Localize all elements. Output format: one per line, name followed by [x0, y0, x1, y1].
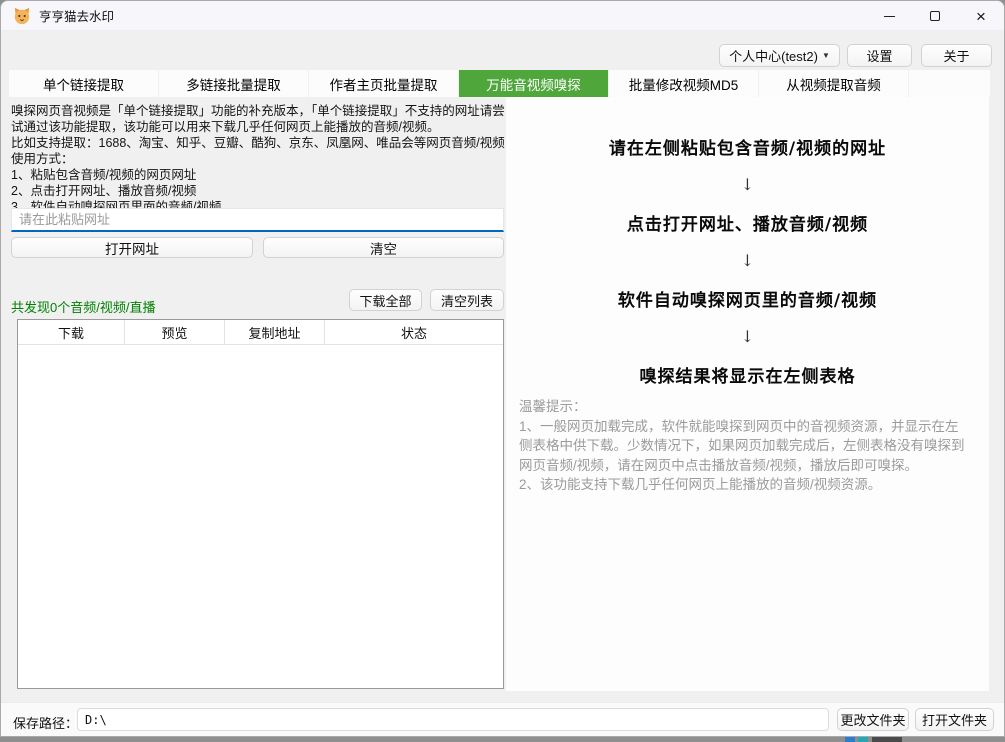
found-count-status: 共发现0个音频/视频/直播: [11, 297, 155, 316]
close-icon: ×: [976, 8, 986, 25]
open-url-button[interactable]: 打开网址: [11, 237, 253, 258]
tab-author-homepage-batch-extract[interactable]: 作者主页批量提取: [309, 70, 458, 97]
minimize-button[interactable]: [866, 1, 912, 31]
step-text: 请在左侧粘贴包含音频/视频的网址: [609, 134, 886, 159]
app-window: 亨亨猫去水印 × 个人中心(test2) ▼ 设置 关于 单个链接提取 多链接批…: [0, 0, 1005, 737]
minimize-icon: [884, 16, 895, 17]
open-folder-button[interactable]: 打开文件夹: [915, 708, 994, 731]
save-path-label: 保存路径：: [13, 713, 78, 732]
save-path-input[interactable]: [77, 708, 829, 731]
tab-extract-audio-from-video[interactable]: 从视频提取音频: [759, 70, 908, 97]
results-table: 下载 预览 复制地址 状态: [17, 319, 504, 689]
window-controls: ×: [866, 1, 1004, 31]
settings-button[interactable]: 设置: [847, 44, 912, 67]
taskbar-icon-fragment: [872, 737, 902, 742]
about-button[interactable]: 关于: [921, 44, 992, 67]
tab-single-link-extract[interactable]: 单个链接提取: [9, 70, 158, 97]
maximize-icon: [930, 11, 940, 21]
clear-list-button[interactable]: 清空列表: [430, 289, 504, 311]
tab-multi-link-batch-extract[interactable]: 多链接批量提取: [159, 70, 308, 97]
arrow-down-icon: ↓: [741, 175, 754, 194]
tab-bar: 单个链接提取 多链接批量提取 作者主页批量提取 万能音视频嗅探 批量修改视频MD…: [9, 70, 990, 97]
tab-bar-filler: [909, 70, 990, 97]
tip-item: 1、一般网页加载完成，软件就能嗅探到网页中的音视频资源，并显示在左侧表格中供下载…: [519, 417, 971, 476]
save-path-bar: 保存路径： 更改文件夹 打开文件夹: [1, 702, 1005, 737]
tab-batch-modify-md5[interactable]: 批量修改视频MD5: [609, 70, 758, 97]
tips-title: 温馨提示：: [519, 397, 971, 417]
results-table-body: [18, 345, 503, 688]
column-header-copy-address: 复制地址: [225, 320, 325, 344]
instructions-panel: 请在左侧粘贴包含音频/视频的网址 ↓ 点击打开网址、播放音频/视频 ↓ 软件自动…: [506, 97, 989, 691]
account-label: 个人中心(test2): [729, 46, 818, 65]
desktop-sliver: [0, 737, 1005, 742]
account-dropdown[interactable]: 个人中心(test2) ▼: [719, 44, 840, 67]
usage-steps: 请在左侧粘贴包含音频/视频的网址 ↓ 点击打开网址、播放音频/视频 ↓ 软件自动…: [506, 127, 989, 393]
chevron-down-icon: ▼: [822, 51, 830, 60]
close-button[interactable]: ×: [958, 1, 1004, 31]
change-folder-button[interactable]: 更改文件夹: [837, 708, 909, 731]
arrow-down-icon: ↓: [741, 251, 754, 270]
tip-item: 2、该功能支持下载几乎任何网页上能播放的音频/视频资源。: [519, 475, 971, 495]
column-header-download: 下载: [18, 320, 125, 344]
taskbar-icon-fragment: [845, 737, 855, 742]
step-text: 软件自动嗅探网页里的音频/视频: [618, 286, 877, 311]
download-all-button[interactable]: 下载全部: [349, 289, 422, 311]
tips-block: 温馨提示： 1、一般网页加载完成，软件就能嗅探到网页中的音视频资源，并显示在左侧…: [519, 397, 971, 495]
column-header-status: 状态: [325, 320, 503, 344]
feature-description: 嗅探网页音视频是「单个链接提取」功能的补充版本，「单个链接提取」不支持的网址请尝…: [11, 103, 506, 215]
taskbar-icon-fragment: [858, 737, 868, 742]
intro-line: 使用方式：: [11, 151, 506, 167]
url-input[interactable]: [11, 208, 504, 232]
intro-line: 2、点击打开网址、播放音频/视频: [11, 183, 506, 199]
window-title: 亨亨猫去水印: [39, 6, 114, 25]
clear-url-button[interactable]: 清空: [263, 237, 504, 258]
results-table-header: 下载 预览 复制地址 状态: [18, 320, 503, 345]
column-header-preview: 预览: [125, 320, 225, 344]
app-icon: [13, 7, 31, 25]
step-text: 点击打开网址、播放音频/视频: [627, 210, 868, 235]
intro-line: 比如支持提取：1688、淘宝、知乎、豆瓣、酷狗、京东、凤凰网、唯品会等网页音频/…: [11, 135, 506, 151]
maximize-button[interactable]: [912, 1, 958, 31]
titlebar: 亨亨猫去水印 ×: [1, 1, 1004, 31]
tab-universal-av-sniffer[interactable]: 万能音视频嗅探: [459, 70, 608, 97]
intro-line: 嗅探网页音视频是「单个链接提取」功能的补充版本，「单个链接提取」不支持的网址请尝…: [11, 103, 506, 135]
arrow-down-icon: ↓: [741, 327, 754, 346]
step-text: 嗅探结果将显示在左侧表格: [640, 362, 856, 387]
intro-line: 1、粘贴包含音频/视频的网页网址: [11, 167, 506, 183]
